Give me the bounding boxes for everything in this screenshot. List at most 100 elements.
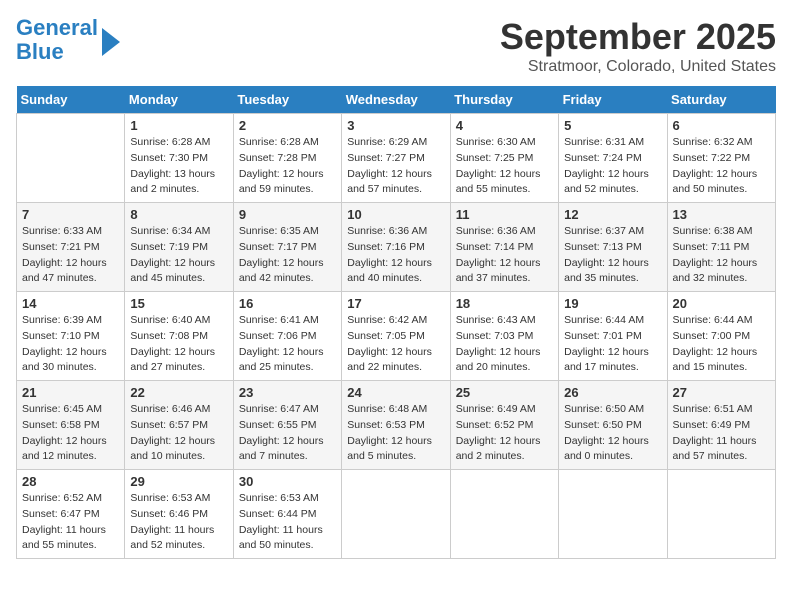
- calendar-cell: 25Sunrise: 6:49 AM Sunset: 6:52 PM Dayli…: [450, 381, 558, 470]
- calendar-week-row: 28 Sunrise: 6:52 AM Sunset: 6:47 PM Dayli…: [17, 470, 776, 559]
- calendar-cell: 22 Sunrise: 6:46 AM Sunset: 6:57 PM Dayli…: [125, 381, 233, 470]
- calendar-cell: 1 Sunrise: 6:28 AM Sunset: 7:30 PM Daylig…: [125, 114, 233, 203]
- calendar-cell: 6 Sunrise: 6:32 AM Sunset: 7:22 PM Daylig…: [667, 114, 775, 203]
- day-number: 4: [456, 118, 553, 133]
- calendar-cell: 11 Sunrise: 6:36 AM Sunset: 7:14 PM Dayli…: [450, 203, 558, 292]
- day-info: Sunrise: 6:29 AM Sunset: 7:27 PM Dayligh…: [347, 135, 444, 198]
- day-info: Sunrise: 6:39 AM Sunset: 7:10 PM Dayligh…: [22, 313, 119, 376]
- calendar-title: September 2025: [500, 16, 776, 58]
- day-number: 8: [130, 207, 227, 222]
- day-info: Sunrise: 6:43 AM Sunset: 7:03 PM Dayligh…: [456, 313, 553, 376]
- day-info: Sunrise: 6:48 AM Sunset: 6:53 PM Dayligh…: [347, 402, 444, 465]
- calendar-cell: 2Sunrise: 6:28 AM Sunset: 7:28 PM Daylig…: [233, 114, 341, 203]
- calendar-cell: 28 Sunrise: 6:52 AM Sunset: 6:47 PM Dayli…: [17, 470, 125, 559]
- weekday-header-tuesday: Tuesday: [233, 86, 341, 114]
- weekday-header-sunday: Sunday: [17, 86, 125, 114]
- day-info: Sunrise: 6:36 AM Sunset: 7:16 PM Dayligh…: [347, 224, 444, 287]
- calendar-cell: 16Sunrise: 6:41 AM Sunset: 7:06 PM Dayli…: [233, 292, 341, 381]
- weekday-header-friday: Friday: [559, 86, 667, 114]
- day-info: Sunrise: 6:28 AM Sunset: 7:28 PM Dayligh…: [239, 135, 336, 198]
- day-number: 11: [456, 207, 553, 222]
- day-info: Sunrise: 6:30 AM Sunset: 7:25 PM Dayligh…: [456, 135, 553, 198]
- day-number: 24: [347, 385, 444, 400]
- calendar-cell: 26 Sunrise: 6:50 AM Sunset: 6:50 PM Dayli…: [559, 381, 667, 470]
- day-number: 21: [22, 385, 119, 400]
- title-block: September 2025 Stratmoor, Colorado, Unit…: [500, 16, 776, 76]
- calendar-cell: 29Sunrise: 6:53 AM Sunset: 6:46 PM Dayli…: [125, 470, 233, 559]
- calendar-cell: 20Sunrise: 6:44 AM Sunset: 7:00 PM Dayli…: [667, 292, 775, 381]
- day-number: 5: [564, 118, 661, 133]
- logo-arrow-icon: [102, 28, 120, 56]
- calendar-cell: 4 Sunrise: 6:30 AM Sunset: 7:25 PM Daylig…: [450, 114, 558, 203]
- calendar-cell: 24 Sunrise: 6:48 AM Sunset: 6:53 PM Dayli…: [342, 381, 450, 470]
- day-info: Sunrise: 6:28 AM Sunset: 7:30 PM Dayligh…: [130, 135, 227, 198]
- day-number: 23: [239, 385, 336, 400]
- day-info: Sunrise: 6:49 AM Sunset: 6:52 PM Dayligh…: [456, 402, 553, 465]
- day-number: 27: [673, 385, 770, 400]
- calendar-cell: 3 Sunrise: 6:29 AM Sunset: 7:27 PM Daylig…: [342, 114, 450, 203]
- logo-general: General: [16, 15, 98, 40]
- day-info: Sunrise: 6:40 AM Sunset: 7:08 PM Dayligh…: [130, 313, 227, 376]
- day-info: Sunrise: 6:46 AM Sunset: 6:57 PM Dayligh…: [130, 402, 227, 465]
- day-number: 15: [130, 296, 227, 311]
- calendar-week-row: 21 Sunrise: 6:45 AM Sunset: 6:58 PM Dayli…: [17, 381, 776, 470]
- calendar-cell: 8Sunrise: 6:34 AM Sunset: 7:19 PM Daylig…: [125, 203, 233, 292]
- day-number: 22: [130, 385, 227, 400]
- weekday-header-monday: Monday: [125, 86, 233, 114]
- calendar-subtitle: Stratmoor, Colorado, United States: [500, 58, 776, 76]
- day-info: Sunrise: 6:45 AM Sunset: 6:58 PM Dayligh…: [22, 402, 119, 465]
- day-info: Sunrise: 6:51 AM Sunset: 6:49 PM Dayligh…: [673, 402, 770, 465]
- day-info: Sunrise: 6:53 AM Sunset: 6:44 PM Dayligh…: [239, 491, 336, 554]
- day-number: 13: [673, 207, 770, 222]
- calendar-cell: 30 Sunrise: 6:53 AM Sunset: 6:44 PM Dayli…: [233, 470, 341, 559]
- logo-text: General Blue: [16, 16, 98, 64]
- calendar-cell: 7 Sunrise: 6:33 AM Sunset: 7:21 PM Daylig…: [17, 203, 125, 292]
- day-number: 1: [130, 118, 227, 133]
- day-info: Sunrise: 6:37 AM Sunset: 7:13 PM Dayligh…: [564, 224, 661, 287]
- calendar-cell: [559, 470, 667, 559]
- calendar-cell: [667, 470, 775, 559]
- calendar-cell: [342, 470, 450, 559]
- day-number: 30: [239, 474, 336, 489]
- day-number: 7: [22, 207, 119, 222]
- day-info: Sunrise: 6:50 AM Sunset: 6:50 PM Dayligh…: [564, 402, 661, 465]
- calendar-cell: [17, 114, 125, 203]
- day-number: 12: [564, 207, 661, 222]
- day-info: Sunrise: 6:53 AM Sunset: 6:46 PM Dayligh…: [130, 491, 227, 554]
- day-number: 19: [564, 296, 661, 311]
- day-number: 10: [347, 207, 444, 222]
- page-header: General Blue September 2025 Stratmoor, C…: [16, 16, 776, 76]
- weekday-header-row: SundayMondayTuesdayWednesdayThursdayFrid…: [17, 86, 776, 114]
- day-info: Sunrise: 6:52 AM Sunset: 6:47 PM Dayligh…: [22, 491, 119, 554]
- day-number: 17: [347, 296, 444, 311]
- calendar-cell: 21 Sunrise: 6:45 AM Sunset: 6:58 PM Dayli…: [17, 381, 125, 470]
- day-info: Sunrise: 6:31 AM Sunset: 7:24 PM Dayligh…: [564, 135, 661, 198]
- calendar-cell: 9Sunrise: 6:35 AM Sunset: 7:17 PM Daylig…: [233, 203, 341, 292]
- day-number: 9: [239, 207, 336, 222]
- calendar-cell: 18 Sunrise: 6:43 AM Sunset: 7:03 PM Dayli…: [450, 292, 558, 381]
- day-number: 6: [673, 118, 770, 133]
- weekday-header-thursday: Thursday: [450, 86, 558, 114]
- calendar-cell: 23 Sunrise: 6:47 AM Sunset: 6:55 PM Dayli…: [233, 381, 341, 470]
- day-info: Sunrise: 6:42 AM Sunset: 7:05 PM Dayligh…: [347, 313, 444, 376]
- day-info: Sunrise: 6:33 AM Sunset: 7:21 PM Dayligh…: [22, 224, 119, 287]
- day-info: Sunrise: 6:36 AM Sunset: 7:14 PM Dayligh…: [456, 224, 553, 287]
- day-number: 26: [564, 385, 661, 400]
- calendar-cell: 13 Sunrise: 6:38 AM Sunset: 7:11 PM Dayli…: [667, 203, 775, 292]
- day-number: 18: [456, 296, 553, 311]
- calendar-cell: 14 Sunrise: 6:39 AM Sunset: 7:10 PM Dayli…: [17, 292, 125, 381]
- day-info: Sunrise: 6:47 AM Sunset: 6:55 PM Dayligh…: [239, 402, 336, 465]
- calendar-cell: 27 Sunrise: 6:51 AM Sunset: 6:49 PM Dayli…: [667, 381, 775, 470]
- logo-blue: Blue: [16, 39, 64, 64]
- day-info: Sunrise: 6:32 AM Sunset: 7:22 PM Dayligh…: [673, 135, 770, 198]
- day-number: 14: [22, 296, 119, 311]
- day-info: Sunrise: 6:38 AM Sunset: 7:11 PM Dayligh…: [673, 224, 770, 287]
- day-number: 28: [22, 474, 119, 489]
- calendar-week-row: 14 Sunrise: 6:39 AM Sunset: 7:10 PM Dayli…: [17, 292, 776, 381]
- calendar-cell: [450, 470, 558, 559]
- day-number: 3: [347, 118, 444, 133]
- calendar-cell: 12 Sunrise: 6:37 AM Sunset: 7:13 PM Dayli…: [559, 203, 667, 292]
- calendar-week-row: 1 Sunrise: 6:28 AM Sunset: 7:30 PM Daylig…: [17, 114, 776, 203]
- logo: General Blue: [16, 16, 120, 64]
- day-info: Sunrise: 6:41 AM Sunset: 7:06 PM Dayligh…: [239, 313, 336, 376]
